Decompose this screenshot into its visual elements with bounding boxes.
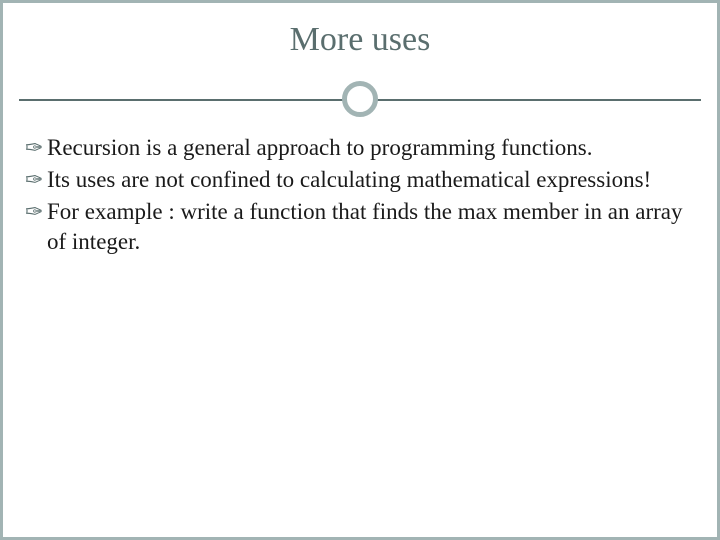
- divider-circle-icon: [342, 81, 378, 117]
- bullet-icon: ✑: [25, 197, 47, 227]
- bullet-icon: ✑: [25, 165, 47, 195]
- list-item: ✑ For example : write a function that fi…: [25, 197, 695, 257]
- bullet-text: Its uses are not confined to calculating…: [47, 165, 695, 195]
- list-item: ✑ Its uses are not confined to calculati…: [25, 165, 695, 195]
- slide-title: More uses: [3, 21, 717, 59]
- slide: More uses ✑ Recursion is a general appro…: [0, 0, 720, 540]
- title-divider: [19, 81, 701, 121]
- bullet-text: For example : write a function that find…: [47, 197, 695, 257]
- bullet-text: Recursion is a general approach to progr…: [47, 133, 695, 163]
- bullet-icon: ✑: [25, 133, 47, 163]
- content-area: ✑ Recursion is a general approach to pro…: [25, 133, 695, 259]
- list-item: ✑ Recursion is a general approach to pro…: [25, 133, 695, 163]
